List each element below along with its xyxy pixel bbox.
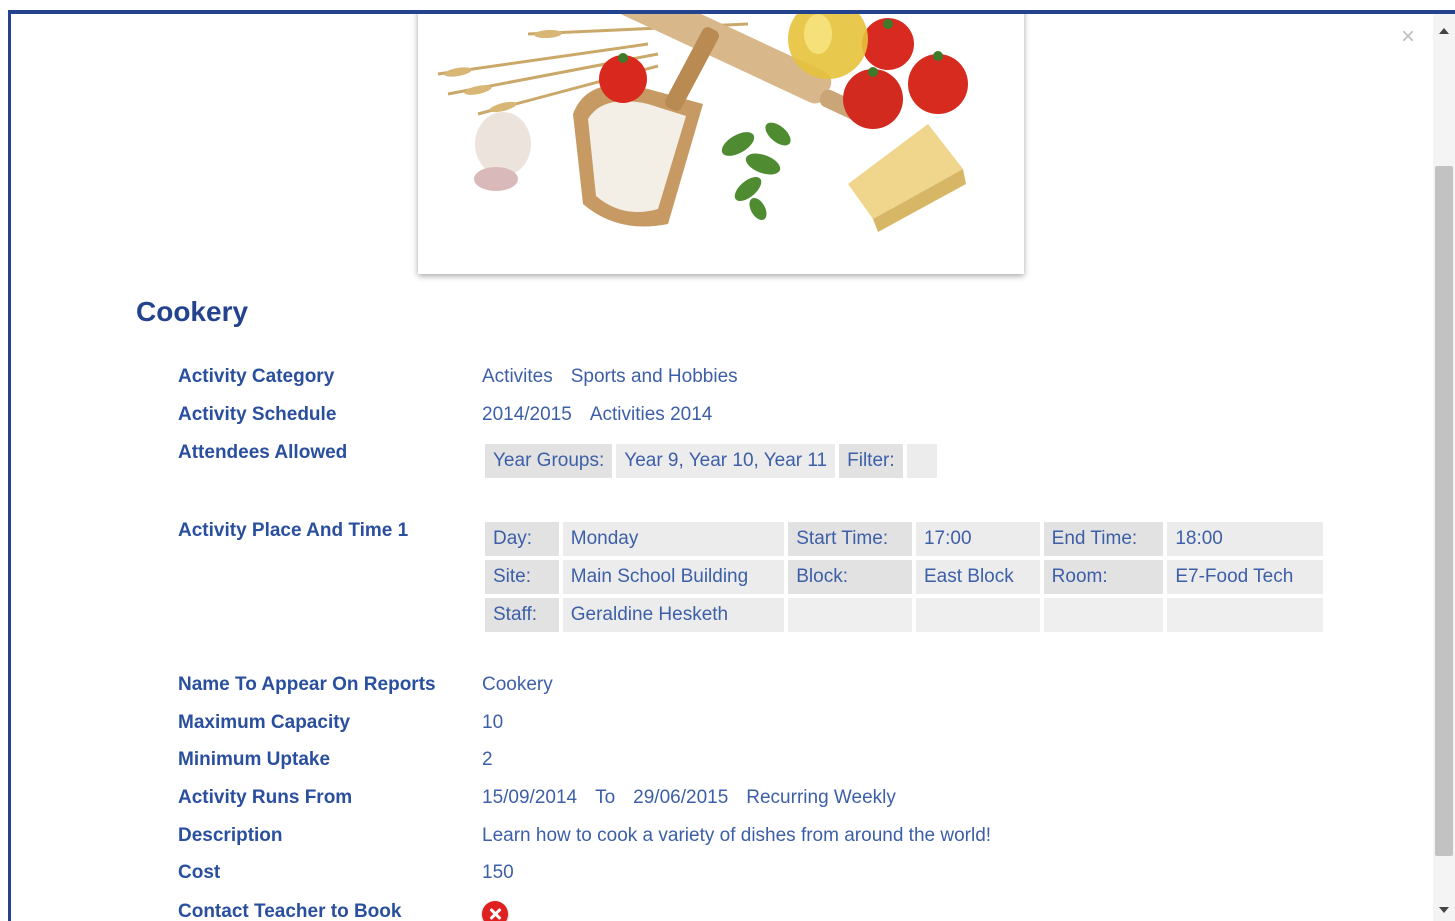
filter-key: Filter: <box>839 444 903 482</box>
activity-schedule-value: 2014/2015 Activities 2014 <box>482 404 712 426</box>
description-label: Description <box>178 825 283 846</box>
contact-teacher-label: Contact Teacher to Book <box>178 901 402 921</box>
empty-cell <box>1167 598 1323 636</box>
staff-key: Staff: <box>485 598 559 636</box>
activity-title: Cookery <box>136 296 249 327</box>
room-value: E7-Food Tech <box>1167 560 1323 598</box>
attendees-table: Year Groups: Year 9, Year 10, Year 11 Fi… <box>481 444 941 482</box>
activity-details-dialog: × Cookery Activity Category Activites Sp… <box>8 10 1455 921</box>
block-key: Block: <box>788 560 912 598</box>
category-parent: Activites <box>482 366 553 387</box>
cooking-ingredients-image <box>418 14 1024 274</box>
site-value: Main School Building <box>562 560 785 598</box>
empty-cell <box>788 598 912 636</box>
min-uptake-value: 2 <box>482 749 493 770</box>
activity-category-label: Activity Category <box>178 366 335 387</box>
scroll-down-icon[interactable] <box>1439 907 1449 913</box>
schedule-name: Activities 2014 <box>589 404 713 425</box>
runs-recurrence: Recurring Weekly <box>746 787 896 808</box>
category-child: Sports and Hobbies <box>570 366 738 387</box>
attendees-allowed-label: Attendees Allowed <box>178 442 348 463</box>
day-value: Monday <box>562 522 785 560</box>
max-capacity-label: Maximum Capacity <box>178 712 351 733</box>
scroll-thumb[interactable] <box>1435 166 1453 856</box>
end-time-key: End Time: <box>1043 522 1164 560</box>
runs-from-end: 29/06/2015 <box>633 787 729 808</box>
site-key: Site: <box>485 560 559 598</box>
filter-value <box>906 444 937 482</box>
staff-value: Geraldine Hesketh <box>562 598 785 636</box>
activity-photo <box>418 14 1024 274</box>
runs-from-start: 15/09/2014 <box>482 787 578 808</box>
start-time-value: 17:00 <box>915 522 1040 560</box>
runs-from-label: Activity Runs From <box>178 787 353 808</box>
empty-cell <box>1043 598 1164 636</box>
place-time-table: Day: Monday Start Time: 17:00 End Time: … <box>481 522 1327 636</box>
activity-category-value: Activites Sports and Hobbies <box>482 366 738 388</box>
end-time-value: 18:00 <box>1167 522 1323 560</box>
place-time-label: Activity Place And Time 1 <box>178 520 409 541</box>
activity-schedule-label: Activity Schedule <box>178 404 337 425</box>
scroll-up-icon[interactable] <box>1439 28 1449 34</box>
schedule-year: 2014/2015 <box>482 404 572 425</box>
max-capacity-value: 10 <box>482 712 504 733</box>
empty-cell <box>915 598 1040 636</box>
close-icon[interactable]: × <box>1397 25 1419 49</box>
description-value: Learn how to cook a variety of dishes fr… <box>482 825 992 846</box>
runs-from-value: 15/09/2014 To 29/06/2015 Recurring Weekly <box>482 787 896 809</box>
cost-value: 150 <box>482 862 514 883</box>
cross-icon <box>482 901 508 921</box>
runs-from-to: To <box>595 787 616 808</box>
report-name-label: Name To Appear On Reports <box>178 674 436 695</box>
vertical-scrollbar[interactable] <box>1433 14 1455 921</box>
min-uptake-label: Minimum Uptake <box>178 749 331 770</box>
block-value: East Block <box>915 560 1040 598</box>
room-key: Room: <box>1043 560 1164 598</box>
start-time-key: Start Time: <box>788 522 912 560</box>
cost-label: Cost <box>178 862 221 883</box>
year-groups-key: Year Groups: <box>485 444 613 482</box>
report-name-value: Cookery <box>482 674 553 695</box>
year-groups-value: Year 9, Year 10, Year 11 <box>616 444 836 482</box>
day-key: Day: <box>485 522 559 560</box>
